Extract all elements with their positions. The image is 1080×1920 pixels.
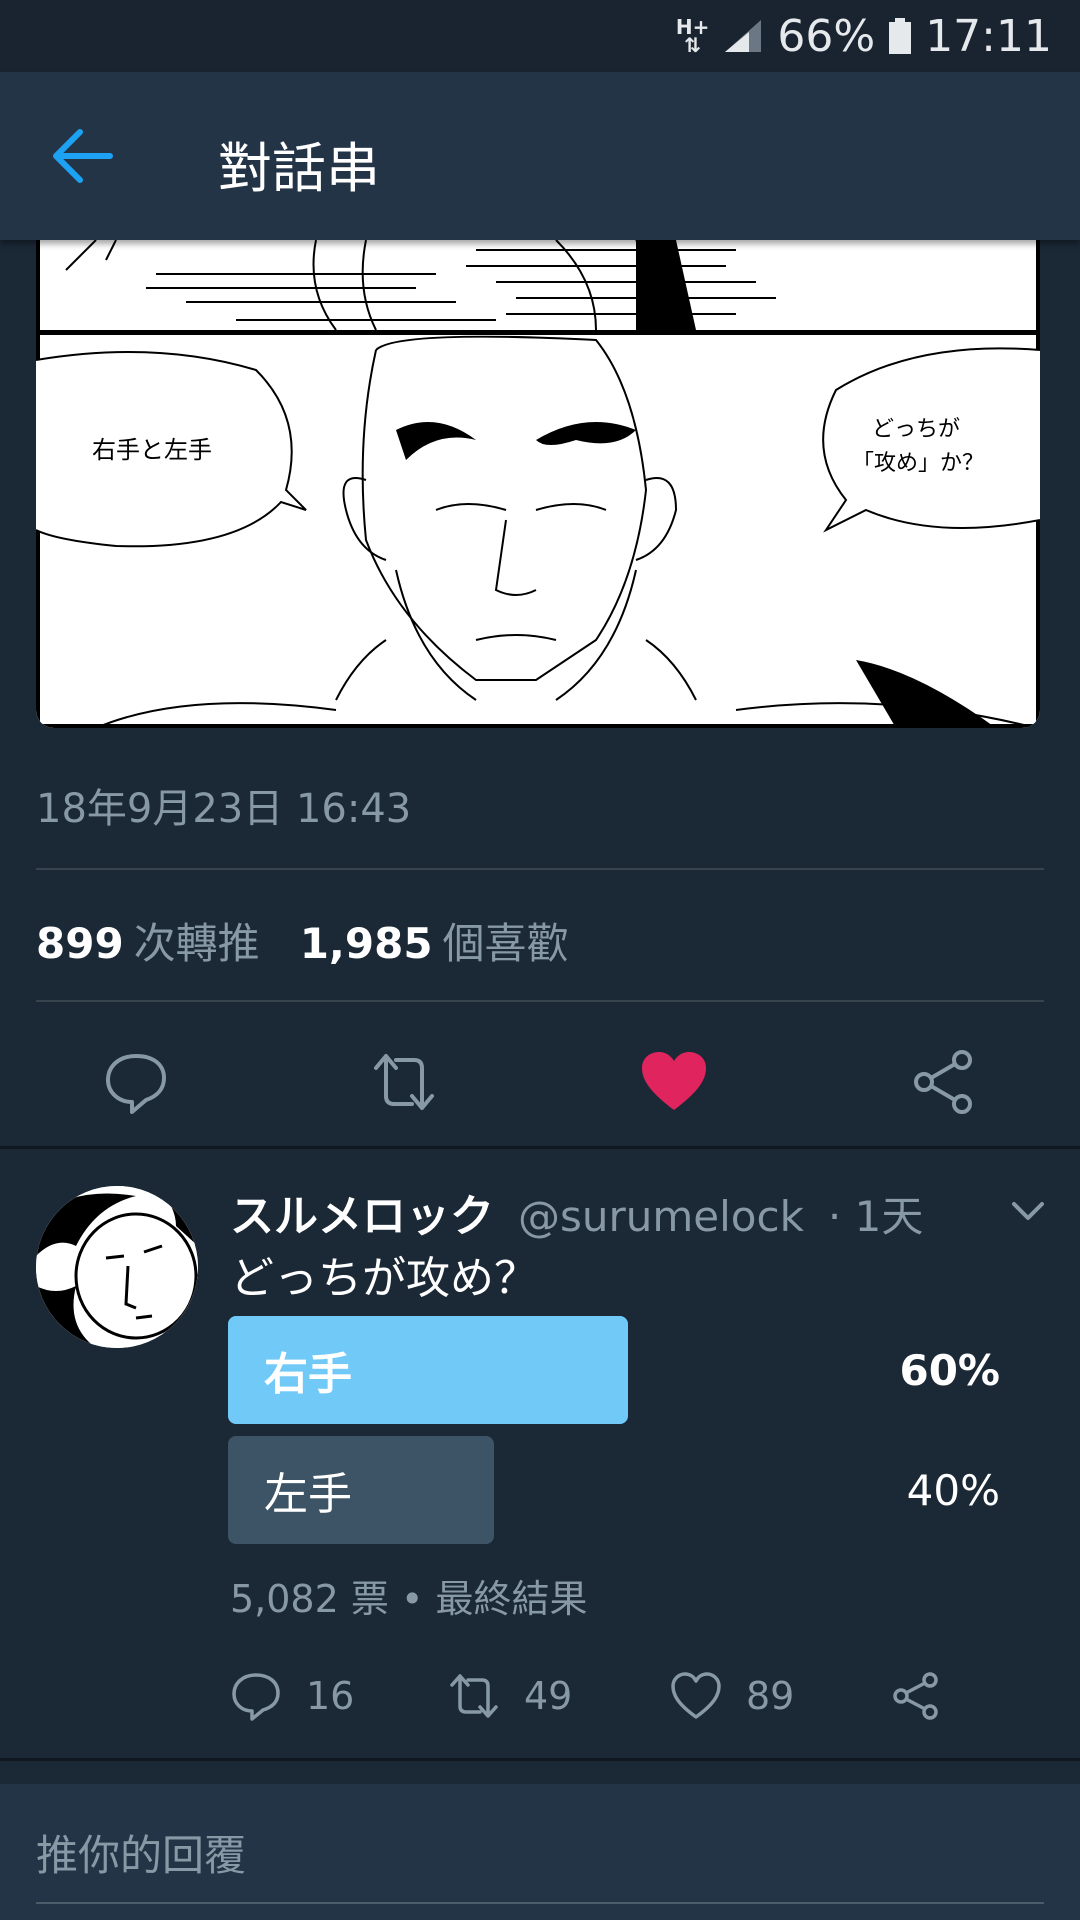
app-bar: 對話串: [0, 72, 1080, 240]
poll-option-percent: 40%: [906, 1466, 1000, 1515]
reply-icon: [232, 1673, 280, 1721]
bubble-left-text: 右手と左手: [92, 436, 212, 464]
like-stat-count: 1,985: [299, 919, 433, 968]
retweet-count: 49: [524, 1674, 573, 1718]
section-divider: [0, 1758, 1080, 1761]
divider: [36, 1000, 1044, 1002]
chevron-down-icon[interactable]: [1008, 1196, 1048, 1224]
tweet-time: · 1天: [827, 1192, 924, 1241]
clock: 17:11: [925, 10, 1052, 62]
retweet-stat-label: 次轉推: [133, 919, 260, 968]
manga-panel: 右手と左手 どっちが 「攻め」か？: [36, 240, 1040, 728]
tweet-actions: [0, 1036, 1080, 1148]
like-count: 89: [746, 1674, 795, 1718]
share-action[interactable]: [890, 1670, 942, 1722]
like-stat[interactable]: 1,985 個喜歡: [300, 910, 569, 971]
poll-results-meta: 5,082 票 • 最終結果: [230, 1577, 588, 1621]
section-divider: [0, 1146, 1080, 1149]
bubble-right-line1: どっちが: [872, 417, 960, 442]
tweet-stats: 899 次轉推 1,985 個喜歡: [36, 910, 569, 971]
battery-percent: 66%: [777, 10, 876, 62]
signal-icon: [725, 20, 762, 52]
reply-composer[interactable]: 推你的回覆: [0, 1784, 1080, 1920]
retweet-stat[interactable]: 899 次轉推: [36, 910, 260, 971]
reply-input[interactable]: 推你的回覆: [36, 1822, 246, 1883]
share-icon: [893, 1672, 938, 1720]
network-type: H+ ⇅: [675, 15, 710, 57]
poll-option-label: 左手: [264, 1469, 352, 1520]
reply-input-underline: [36, 1902, 1044, 1904]
user-handle: @surumelock: [518, 1192, 804, 1241]
status-bar: H+ ⇅ 66% 17:11: [0, 0, 1080, 72]
reply-action[interactable]: 16: [230, 1670, 354, 1722]
network-label: H+: [675, 15, 710, 39]
poll-option-bar: 右手: [228, 1316, 628, 1424]
poll-option-percent: 60%: [899, 1346, 1000, 1395]
tweet-date: 18年9月23日 16:43: [36, 786, 412, 832]
avatar-image: [36, 1186, 198, 1348]
page-title: 對話串: [218, 137, 380, 200]
heart-filled-icon[interactable]: [640, 1048, 708, 1116]
share-icon[interactable]: [910, 1048, 978, 1116]
tweet-header: スルメロック @surumelock · 1天: [230, 1180, 923, 1244]
poll-option-label: 右手: [264, 1349, 352, 1400]
battery-icon: [889, 18, 912, 54]
tweet-media-image[interactable]: 右手と左手 どっちが 「攻め」か？: [36, 240, 1040, 728]
reply-icon[interactable]: [102, 1048, 170, 1116]
retweet-icon: [450, 1674, 498, 1718]
bubble-right-line2: 「攻め」か？: [852, 451, 984, 476]
retweet-stat-count: 899: [36, 919, 124, 968]
poll-option-bar: 左手: [228, 1436, 494, 1544]
reply-count: 16: [306, 1674, 355, 1718]
heart-icon: [671, 1672, 721, 1719]
like-action[interactable]: 89: [670, 1670, 794, 1722]
like-stat-label: 個喜歡: [442, 919, 569, 968]
avatar[interactable]: [36, 1186, 198, 1348]
retweet-action[interactable]: 49: [448, 1670, 572, 1722]
retweet-icon[interactable]: [370, 1048, 438, 1116]
divider: [36, 868, 1044, 870]
display-name[interactable]: スルメロック: [230, 1191, 494, 1242]
arrow-left-icon[interactable]: [50, 128, 116, 184]
tweet-text: どっちが攻め？: [230, 1253, 538, 1304]
